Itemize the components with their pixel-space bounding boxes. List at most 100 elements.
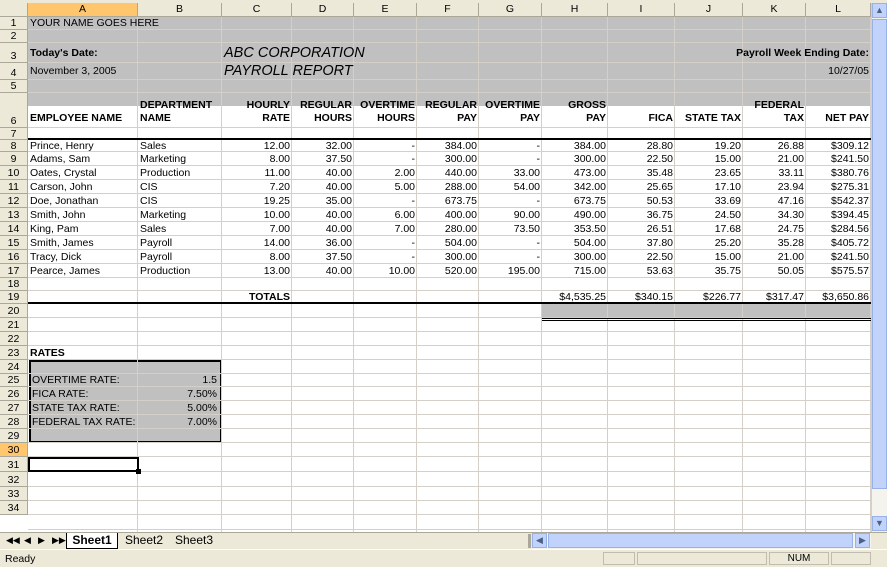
row-header-21[interactable]: 21: [0, 318, 28, 332]
value-cell: 24.75: [777, 223, 804, 235]
row-header-14[interactable]: 14: [0, 222, 28, 236]
scroll-left-button[interactable]: ◀: [532, 533, 547, 548]
value-cell: 33.00: [513, 167, 540, 179]
value-cell: 17.10: [714, 181, 741, 193]
row-header-24[interactable]: 24: [0, 360, 28, 374]
row-header-5[interactable]: 5: [0, 80, 28, 93]
tab-sheet1[interactable]: Sheet1: [66, 533, 118, 549]
row-header-12[interactable]: 12: [0, 194, 28, 208]
row-header-17[interactable]: 17: [0, 264, 28, 278]
value-cell: 23.94: [777, 181, 804, 193]
row-header-22[interactable]: 22: [0, 332, 28, 346]
column-header-c[interactable]: C: [222, 3, 292, 17]
row-header-7[interactable]: 7: [0, 128, 28, 140]
next-sheet-icon[interactable]: ▶: [38, 535, 45, 546]
row-header-32[interactable]: 32: [0, 472, 28, 487]
value-cell: 440.00: [444, 167, 477, 179]
row-header-2[interactable]: 2: [0, 30, 28, 43]
employee-name-cell: Tracy, Dick: [30, 251, 82, 263]
row-header-19[interactable]: 19: [0, 291, 28, 304]
horizontal-scrollbar[interactable]: ◀ ▶: [532, 533, 871, 549]
value-cell: 10.00: [388, 265, 415, 277]
grid-hline: [28, 456, 871, 457]
row-header-29[interactable]: 29: [0, 429, 28, 443]
column-header-b[interactable]: B: [138, 3, 222, 17]
column-header-e[interactable]: E: [354, 3, 417, 17]
row-header-1[interactable]: 1: [0, 17, 28, 30]
column-header-k[interactable]: K: [743, 3, 806, 17]
row-header-23[interactable]: 23: [0, 346, 28, 360]
row-header-6[interactable]: 6: [0, 93, 28, 128]
row-header-28[interactable]: 28: [0, 415, 28, 429]
value-cell: 384.00: [444, 140, 477, 152]
todays-date-label: Today's Date:: [30, 47, 98, 59]
scroll-right-button[interactable]: ▶: [855, 533, 870, 548]
row-header-27[interactable]: 27: [0, 401, 28, 415]
worksheet-grid[interactable]: YOUR NAME GOES HERE Today's Date: November…: [28, 17, 871, 532]
column-header-f[interactable]: F: [417, 3, 479, 17]
column-title-line1: HOURLY: [246, 99, 290, 111]
column-header-a[interactable]: A: [28, 3, 138, 17]
row-header-18[interactable]: 18: [0, 278, 28, 291]
row-header-4[interactable]: 4: [0, 63, 28, 80]
first-sheet-icon[interactable]: ◀◀: [6, 535, 20, 546]
value-cell: $284.56: [831, 223, 869, 235]
row-header-30[interactable]: 30: [0, 443, 28, 457]
grid-hline: [28, 500, 871, 501]
value-cell: -: [411, 251, 416, 263]
tab-sheet2[interactable]: Sheet2: [120, 533, 168, 549]
status-panel-2: [637, 552, 767, 565]
column-header-i[interactable]: I: [608, 3, 675, 17]
active-cell[interactable]: [28, 457, 139, 472]
row-header-3[interactable]: 3: [0, 43, 28, 63]
row-header-15[interactable]: 15: [0, 236, 28, 250]
vertical-scrollbar[interactable]: ▲ ▼: [871, 3, 887, 532]
value-cell: -: [536, 251, 541, 263]
column-header-d[interactable]: D: [292, 3, 354, 17]
column-title-line1: GROSS: [568, 99, 606, 111]
row-header-31[interactable]: 31: [0, 457, 28, 472]
scroll-down-button[interactable]: ▼: [872, 516, 887, 531]
row-header-16[interactable]: 16: [0, 250, 28, 264]
hscroll-thumb[interactable]: [548, 533, 853, 548]
value-cell: 15.00: [714, 153, 741, 165]
fill-handle[interactable]: [136, 469, 141, 474]
value-cell: $394.45: [831, 209, 869, 221]
value-cell: 473.00: [573, 167, 606, 179]
employee-name-cell: King, Pam: [30, 223, 79, 235]
value-cell: 37.50: [325, 153, 352, 165]
row-header-26[interactable]: 26: [0, 387, 28, 401]
value-cell: 32.00: [325, 140, 352, 152]
column-title-line1: [30, 99, 136, 112]
row-header-13[interactable]: 13: [0, 208, 28, 222]
value-cell: 36.00: [325, 237, 352, 249]
column-header-l[interactable]: L: [806, 3, 871, 17]
row-header-25[interactable]: 25: [0, 374, 28, 387]
row-header-34[interactable]: 34: [0, 501, 28, 515]
grid-hline: [28, 471, 871, 472]
rates-title: RATES: [30, 347, 65, 359]
row-header-11[interactable]: 11: [0, 180, 28, 194]
value-cell: 21.00: [777, 251, 804, 263]
tab-split-handle[interactable]: [528, 534, 531, 548]
row-header-9[interactable]: 9: [0, 152, 28, 166]
employee-name-cell: Smith, James: [30, 237, 94, 249]
tab-sheet3[interactable]: Sheet3: [170, 533, 218, 549]
value-cell: 35.28: [777, 237, 804, 249]
rate-value: 7.00%: [187, 416, 217, 428]
your-name-cell: YOUR NAME GOES HERE: [30, 17, 159, 29]
row-header-8[interactable]: 8: [0, 140, 28, 152]
row-header-10[interactable]: 10: [0, 166, 28, 180]
employee-name-cell: Oates, Crystal: [30, 167, 97, 179]
row-header-33[interactable]: 33: [0, 487, 28, 501]
column-header-g[interactable]: G: [479, 3, 542, 17]
column-header-h[interactable]: H: [542, 3, 608, 17]
grid-hline: [28, 442, 871, 443]
scroll-up-button[interactable]: ▲: [872, 3, 887, 18]
last-sheet-icon[interactable]: ▶▶: [52, 535, 66, 546]
prev-sheet-icon[interactable]: ◀: [24, 535, 31, 546]
row-header-20[interactable]: 20: [0, 304, 28, 318]
scroll-thumb[interactable]: [872, 19, 887, 489]
select-all-button[interactable]: [0, 3, 28, 17]
column-header-j[interactable]: J: [675, 3, 743, 17]
